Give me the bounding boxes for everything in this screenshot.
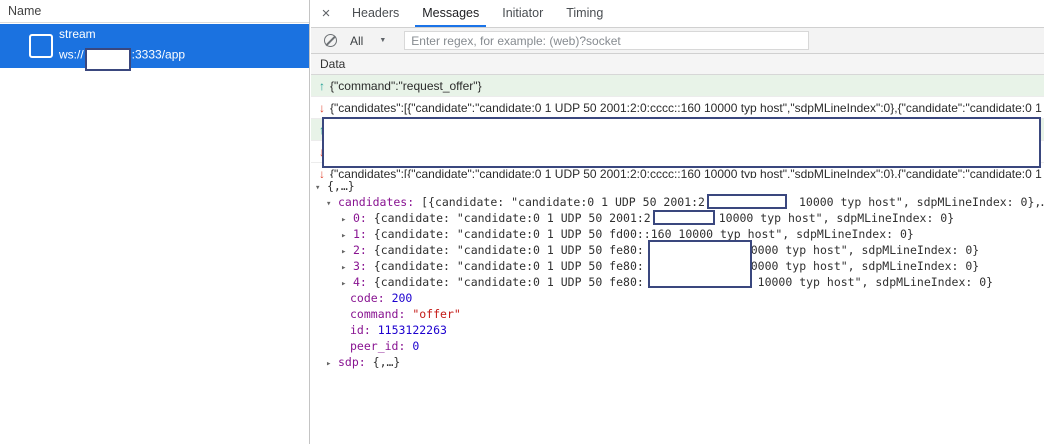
redaction-box-host xyxy=(85,48,131,71)
json-key: sdp: xyxy=(338,355,366,369)
json-key: candidates: xyxy=(338,195,414,209)
json-key: command: xyxy=(350,307,405,321)
sent-arrow-icon: ↑ xyxy=(316,75,328,97)
data-column-header[interactable]: Data xyxy=(311,54,1044,75)
tree-node-peer-id[interactable]: peer_id: 0 xyxy=(311,338,1044,354)
devtools-network-websocket-panel: Name stream ws:// :3333/app × Headers Mes… xyxy=(0,0,1044,444)
tab-timing[interactable]: Timing xyxy=(559,0,610,27)
websocket-resource-icon xyxy=(29,34,53,58)
json-value: 200 xyxy=(392,291,413,305)
request-name: stream xyxy=(59,27,185,42)
sidebar: Name stream ws:// :3333/app xyxy=(0,0,310,444)
json-preview: {candidate: "candidate:0 1 UDP 50 fd00::… xyxy=(367,227,914,241)
received-arrow-icon: ↓ xyxy=(316,97,328,119)
redaction-box-messages xyxy=(322,117,1041,168)
tree-node-sdp[interactable]: ▸sdp: {,…} xyxy=(311,354,1044,370)
redaction-box-inline xyxy=(707,194,787,209)
json-preview: {candidate: "candidate:0 1 UDP 50 fe80: xyxy=(367,243,644,257)
name-column-header[interactable]: Name xyxy=(0,0,309,23)
json-key: 2: xyxy=(353,243,367,257)
json-value: {,…} xyxy=(373,355,401,369)
json-key: 0: xyxy=(353,211,367,225)
tree-node-candidates[interactable]: ▾candidates: [{candidate: "candidate:0 1… xyxy=(311,194,1044,210)
json-key: code: xyxy=(350,291,385,305)
tree-node-0[interactable]: ▸0: {candidate: "candidate:0 1 UDP 50 20… xyxy=(311,210,1044,226)
request-url-port-path: :3333/app xyxy=(132,47,185,61)
json-preview: [{candidate: "candidate:0 1 UDP 50 2001:… xyxy=(414,195,705,209)
message-row-sent[interactable]: ↑{"command":"request_offer"} xyxy=(311,75,1044,97)
chevron-down-icon[interactable]: ▼ xyxy=(379,37,386,44)
json-key: 1: xyxy=(353,227,367,241)
clear-messages-icon[interactable] xyxy=(324,34,337,47)
filter-type-dropdown[interactable]: All xyxy=(350,34,363,48)
request-url: ws:// :3333/app xyxy=(59,44,185,67)
tree-node-code[interactable]: code: 200 xyxy=(311,290,1044,306)
tree-node-command[interactable]: command: "offer" xyxy=(311,306,1044,322)
tab-bar: × Headers Messages Initiator Timing xyxy=(311,0,1044,28)
tab-headers[interactable]: Headers xyxy=(345,0,406,27)
json-preview: 10000 typ host", sdpMLineIndex: 0} xyxy=(744,243,979,257)
json-value: 0 xyxy=(412,339,419,353)
json-preview: 8 10000 typ host", sdpMLineIndex: 0} xyxy=(744,275,993,289)
json-key: 4: xyxy=(353,275,367,289)
root-preview: {,…} xyxy=(327,179,355,193)
request-row-stream[interactable]: stream ws:// :3333/app xyxy=(0,24,309,68)
json-value: "offer" xyxy=(412,307,460,321)
message-text: {"candidates":[{"candidate":"candidate:0… xyxy=(330,101,1044,115)
json-preview: {candidate: "candidate:0 1 UDP 50 2001:2 xyxy=(367,211,651,225)
tree-root[interactable]: ▾{,…} xyxy=(311,178,1044,194)
close-icon[interactable]: × xyxy=(316,4,336,24)
request-info: stream ws:// :3333/app xyxy=(59,26,185,67)
collapsed-triangle-icon[interactable]: ▸ xyxy=(326,356,338,372)
json-key: peer_id: xyxy=(350,339,405,353)
redaction-box-tree xyxy=(648,240,752,288)
filter-bar: All ▼ xyxy=(311,28,1044,54)
tab-messages[interactable]: Messages xyxy=(415,0,486,27)
message-text: {"command":"request_offer"} xyxy=(330,79,482,93)
expanded-triangle-icon[interactable]: ▾ xyxy=(326,196,338,212)
json-preview: 10000 typ host", sdpMLineIndex: 0} xyxy=(744,259,979,273)
request-url-scheme: ws:// xyxy=(59,47,84,61)
json-preview: 10000 typ host", sdpMLineIndex: 0} xyxy=(719,211,954,225)
json-key: id: xyxy=(350,323,371,337)
redaction-box-inline xyxy=(653,210,715,225)
regex-filter-input[interactable] xyxy=(404,31,809,50)
json-preview: {candidate: "candidate:0 1 UDP 50 fe80: xyxy=(367,259,644,273)
message-preview-tree: ▾{,…} ▾candidates: [{candidate: "candida… xyxy=(311,178,1044,444)
message-row-received[interactable]: ↓{"candidates":[{"candidate":"candidate:… xyxy=(311,97,1044,119)
json-preview: 10000 typ host", sdpMLineIndex: 0},…] xyxy=(799,195,1044,209)
tree-node-id[interactable]: id: 1153122263 xyxy=(311,322,1044,338)
tab-initiator[interactable]: Initiator xyxy=(495,0,550,27)
json-preview: {candidate: "candidate:0 1 UDP 50 fe80: xyxy=(367,275,644,289)
json-value: 1153122263 xyxy=(378,323,447,337)
json-key: 3: xyxy=(353,259,367,273)
